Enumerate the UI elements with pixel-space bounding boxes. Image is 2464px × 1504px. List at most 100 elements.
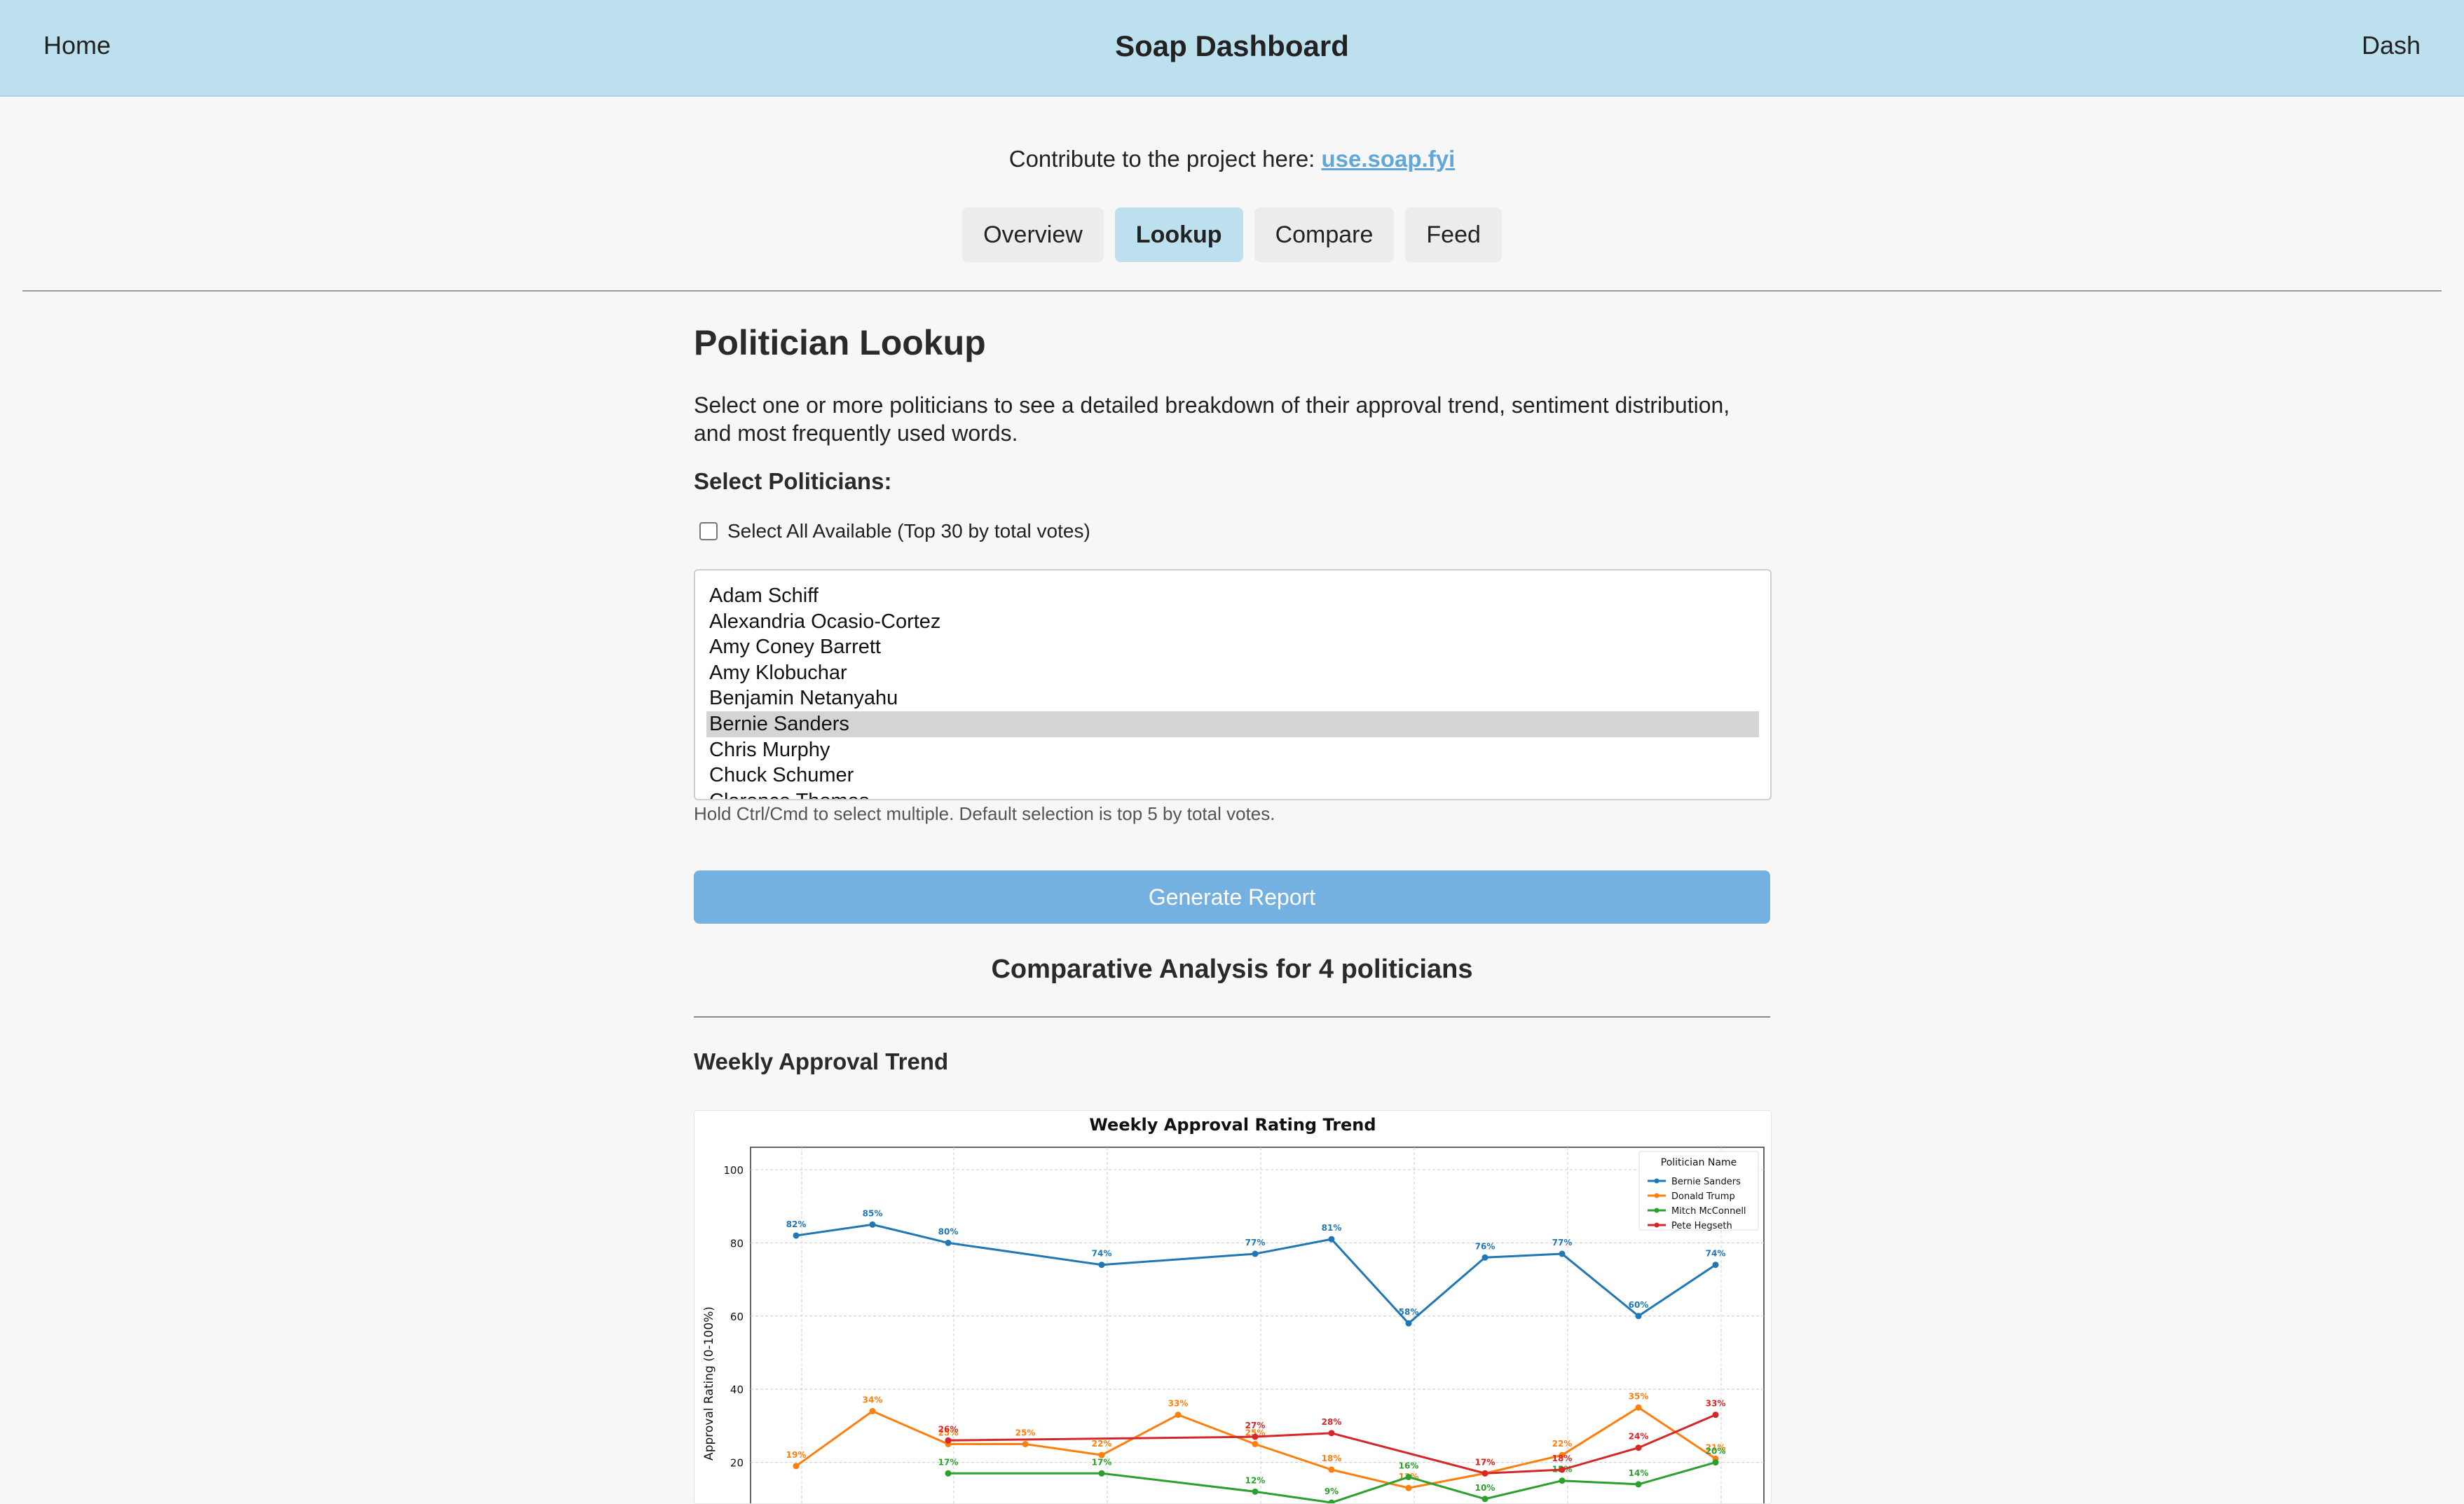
legend-marker xyxy=(1654,1222,1659,1228)
politician-option[interactable]: Alexandria Ocasio-Cortez xyxy=(695,609,1759,635)
data-point xyxy=(869,1408,876,1415)
chart-title: Weekly Approval Rating Trend xyxy=(1089,1115,1376,1135)
data-point xyxy=(1098,1470,1105,1477)
data-point xyxy=(1022,1441,1029,1447)
chart-svg: Weekly Approval Rating Trend 20 40 60 80 100 A… xyxy=(702,1115,1765,1503)
data-label: 74% xyxy=(1706,1249,1726,1259)
data-label: 12% xyxy=(1245,1475,1266,1485)
legend-item-label: Bernie Sanders xyxy=(1671,1177,1741,1187)
data-point xyxy=(1405,1320,1412,1327)
contribute-text: Contribute to the project here: xyxy=(1008,146,1322,172)
data-point xyxy=(1635,1444,1642,1451)
data-label: 26% xyxy=(938,1424,959,1434)
data-point xyxy=(945,1470,952,1477)
tab-feed[interactable]: Feed xyxy=(1405,207,1502,262)
tab-lookup[interactable]: Lookup xyxy=(1114,207,1243,262)
politician-option[interactable]: Benjamin Netanyahu xyxy=(695,685,1759,711)
data-point xyxy=(1712,1459,1719,1466)
data-point xyxy=(793,1232,800,1239)
contribute-link[interactable]: use.soap.fyi xyxy=(1322,146,1456,172)
data-label: 85% xyxy=(863,1208,883,1218)
data-label: 19% xyxy=(786,1450,807,1460)
politician-option[interactable]: Chuck Schumer xyxy=(695,763,1759,788)
politician-option[interactable]: Clarence Thomas xyxy=(695,788,1759,799)
data-label: 33% xyxy=(1168,1399,1189,1409)
contribute-line: Contribute to the project here: use.soap… xyxy=(0,146,2464,172)
data-point xyxy=(1712,1411,1719,1418)
y-tick-label: 40 xyxy=(730,1383,744,1396)
data-label: 9% xyxy=(1325,1486,1339,1496)
data-label: 28% xyxy=(1322,1417,1342,1427)
data-point xyxy=(869,1221,876,1228)
select-all-row: Select All Available (Top 30 by total vo… xyxy=(699,520,1090,542)
data-point xyxy=(1328,1236,1335,1243)
data-label: 81% xyxy=(1322,1223,1342,1233)
approval-trend-chart: Weekly Approval Rating Trend 20 40 60 80 100 A… xyxy=(694,1110,1772,1504)
data-point xyxy=(1635,1404,1642,1411)
politician-option[interactable]: Bernie Sanders xyxy=(706,711,1759,737)
legend-marker xyxy=(1654,1193,1659,1198)
data-label: 33% xyxy=(1706,1399,1726,1409)
data-point xyxy=(1328,1430,1335,1437)
select-politicians-label: Select Politicians: xyxy=(694,468,892,494)
data-label: 22% xyxy=(1552,1439,1573,1449)
data-label: 77% xyxy=(1552,1238,1573,1247)
app-title: Soap Dashboard xyxy=(1115,29,1349,62)
data-label: 16% xyxy=(1399,1461,1419,1470)
politician-option[interactable]: Amy Coney Barrett xyxy=(695,634,1759,660)
data-label: 35% xyxy=(1629,1391,1649,1401)
data-label: 80% xyxy=(938,1226,959,1236)
analysis-heading: Comparative Analysis for 4 politicians xyxy=(991,955,1473,984)
data-label: 82% xyxy=(786,1219,807,1229)
data-point xyxy=(1252,1250,1259,1257)
tab-compare[interactable]: Compare xyxy=(1254,207,1395,262)
data-label: 60% xyxy=(1629,1300,1649,1310)
data-point xyxy=(1481,1496,1488,1503)
data-point xyxy=(1481,1254,1488,1261)
data-label: 76% xyxy=(1475,1241,1495,1251)
data-point xyxy=(1252,1433,1259,1440)
data-point xyxy=(1559,1250,1566,1257)
data-point xyxy=(1712,1262,1719,1269)
select-all-label[interactable]: Select All Available (Top 30 by total vo… xyxy=(727,520,1090,542)
analysis-divider xyxy=(694,1016,1770,1018)
data-label: 17% xyxy=(938,1457,959,1467)
data-label: 58% xyxy=(1399,1307,1419,1317)
legend-title: Politician Name xyxy=(1661,1157,1737,1168)
politician-multiselect[interactable]: Adam Schiff Alexandria Ocasio-Cortez Amy C… xyxy=(694,569,1772,800)
politician-option[interactable]: Amy Klobuchar xyxy=(695,660,1759,686)
legend-marker xyxy=(1654,1208,1659,1213)
plot-frame xyxy=(750,1147,1765,1503)
generate-report-button[interactable]: Generate Report xyxy=(694,870,1770,924)
data-label: 22% xyxy=(1092,1439,1112,1449)
y-tick-label: 20 xyxy=(730,1457,744,1470)
trend-section-title: Weekly Approval Trend xyxy=(694,1048,949,1074)
data-label: 34% xyxy=(863,1395,883,1405)
data-point xyxy=(1328,1466,1335,1473)
nav-dash-link[interactable]: Dash xyxy=(2362,31,2421,60)
legend-item-label: Mitch McConnell xyxy=(1671,1206,1746,1217)
data-point xyxy=(1481,1470,1488,1477)
y-tick-label: 100 xyxy=(723,1164,744,1177)
y-axis-label: Approval Rating (0-100%) xyxy=(702,1306,716,1461)
page-title: Politician Lookup xyxy=(694,323,986,362)
data-point xyxy=(945,1239,952,1246)
data-point xyxy=(1252,1441,1259,1447)
y-tick-label: 60 xyxy=(730,1311,744,1323)
legend-item-label: Donald Trump xyxy=(1671,1191,1735,1202)
politician-option[interactable]: Chris Murphy xyxy=(695,737,1759,763)
tab-overview[interactable]: Overview xyxy=(962,207,1104,262)
legend-item-label: Pete Hegseth xyxy=(1671,1221,1732,1231)
legend-marker xyxy=(1654,1178,1659,1184)
data-point xyxy=(1405,1484,1412,1491)
data-point xyxy=(1328,1499,1335,1503)
data-label: 74% xyxy=(1092,1249,1112,1259)
data-point xyxy=(1405,1473,1412,1480)
data-label: 17% xyxy=(1475,1457,1495,1467)
data-label: 10% xyxy=(1475,1483,1495,1493)
data-label: 24% xyxy=(1629,1432,1649,1442)
select-all-checkbox[interactable] xyxy=(699,522,718,540)
data-point xyxy=(1098,1262,1105,1269)
politician-option[interactable]: Adam Schiff xyxy=(695,583,1759,609)
data-point xyxy=(1252,1488,1259,1495)
